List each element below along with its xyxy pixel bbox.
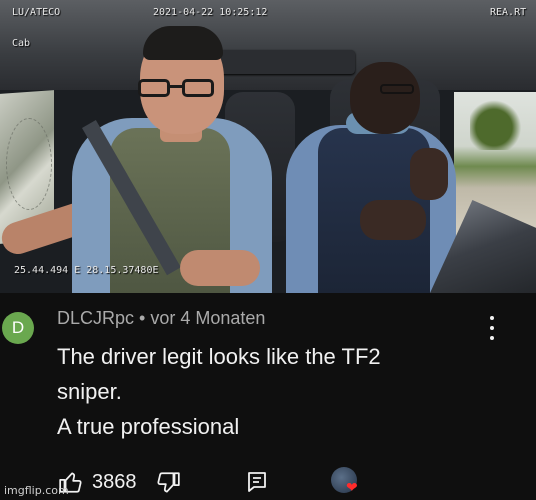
driver-hand [180,250,260,286]
camera-id-label: REA.RT [490,7,527,18]
avatar-letter: D [11,318,25,337]
cracked-glass [6,118,52,210]
timestamp-overlay: 2021-04-22 10:25:12 [153,7,268,18]
author-name[interactable]: DLCJRpc [57,308,134,328]
comment-line: The driver legit looks like the TF2 [57,344,381,369]
more-vert-icon[interactable] [484,316,500,340]
camera-code-label: LU/ATECO [12,7,61,18]
watermark: imgflip.com [4,484,69,497]
passenger-head [350,62,420,134]
cab-roof [0,0,536,90]
camera-cab-label: Cab [12,38,31,49]
tree-outside [470,100,530,150]
comment-meta: DLCJRpc • vor 4 Monaten [57,308,265,329]
heart-icon[interactable]: ❤ [346,480,358,494]
comment-line: A true professional [57,414,240,439]
gps-coordinates-overlay: 25.44.494 E 28.15.37480E [14,265,159,276]
dashcam-video-frame: LU/ATECO Cab 2021-04-22 10:25:12 REA.RT … [0,0,536,293]
author-avatar[interactable]: D [2,312,34,344]
passenger-hand [410,148,448,200]
reply-icon[interactable] [245,470,269,494]
comment-text: The driver legit looks like the TF2 snip… [57,339,497,444]
driver-glasses [136,79,218,99]
thumbs-down-icon[interactable] [154,470,182,496]
driver-hair [143,26,223,60]
like-count: 3868 [92,471,137,493]
meta-separator: • [139,308,146,328]
passenger-glasses [380,84,414,94]
comment-time[interactable]: vor 4 Monaten [150,308,265,328]
comment-line: sniper. [57,379,122,404]
passenger-hand [360,200,426,240]
